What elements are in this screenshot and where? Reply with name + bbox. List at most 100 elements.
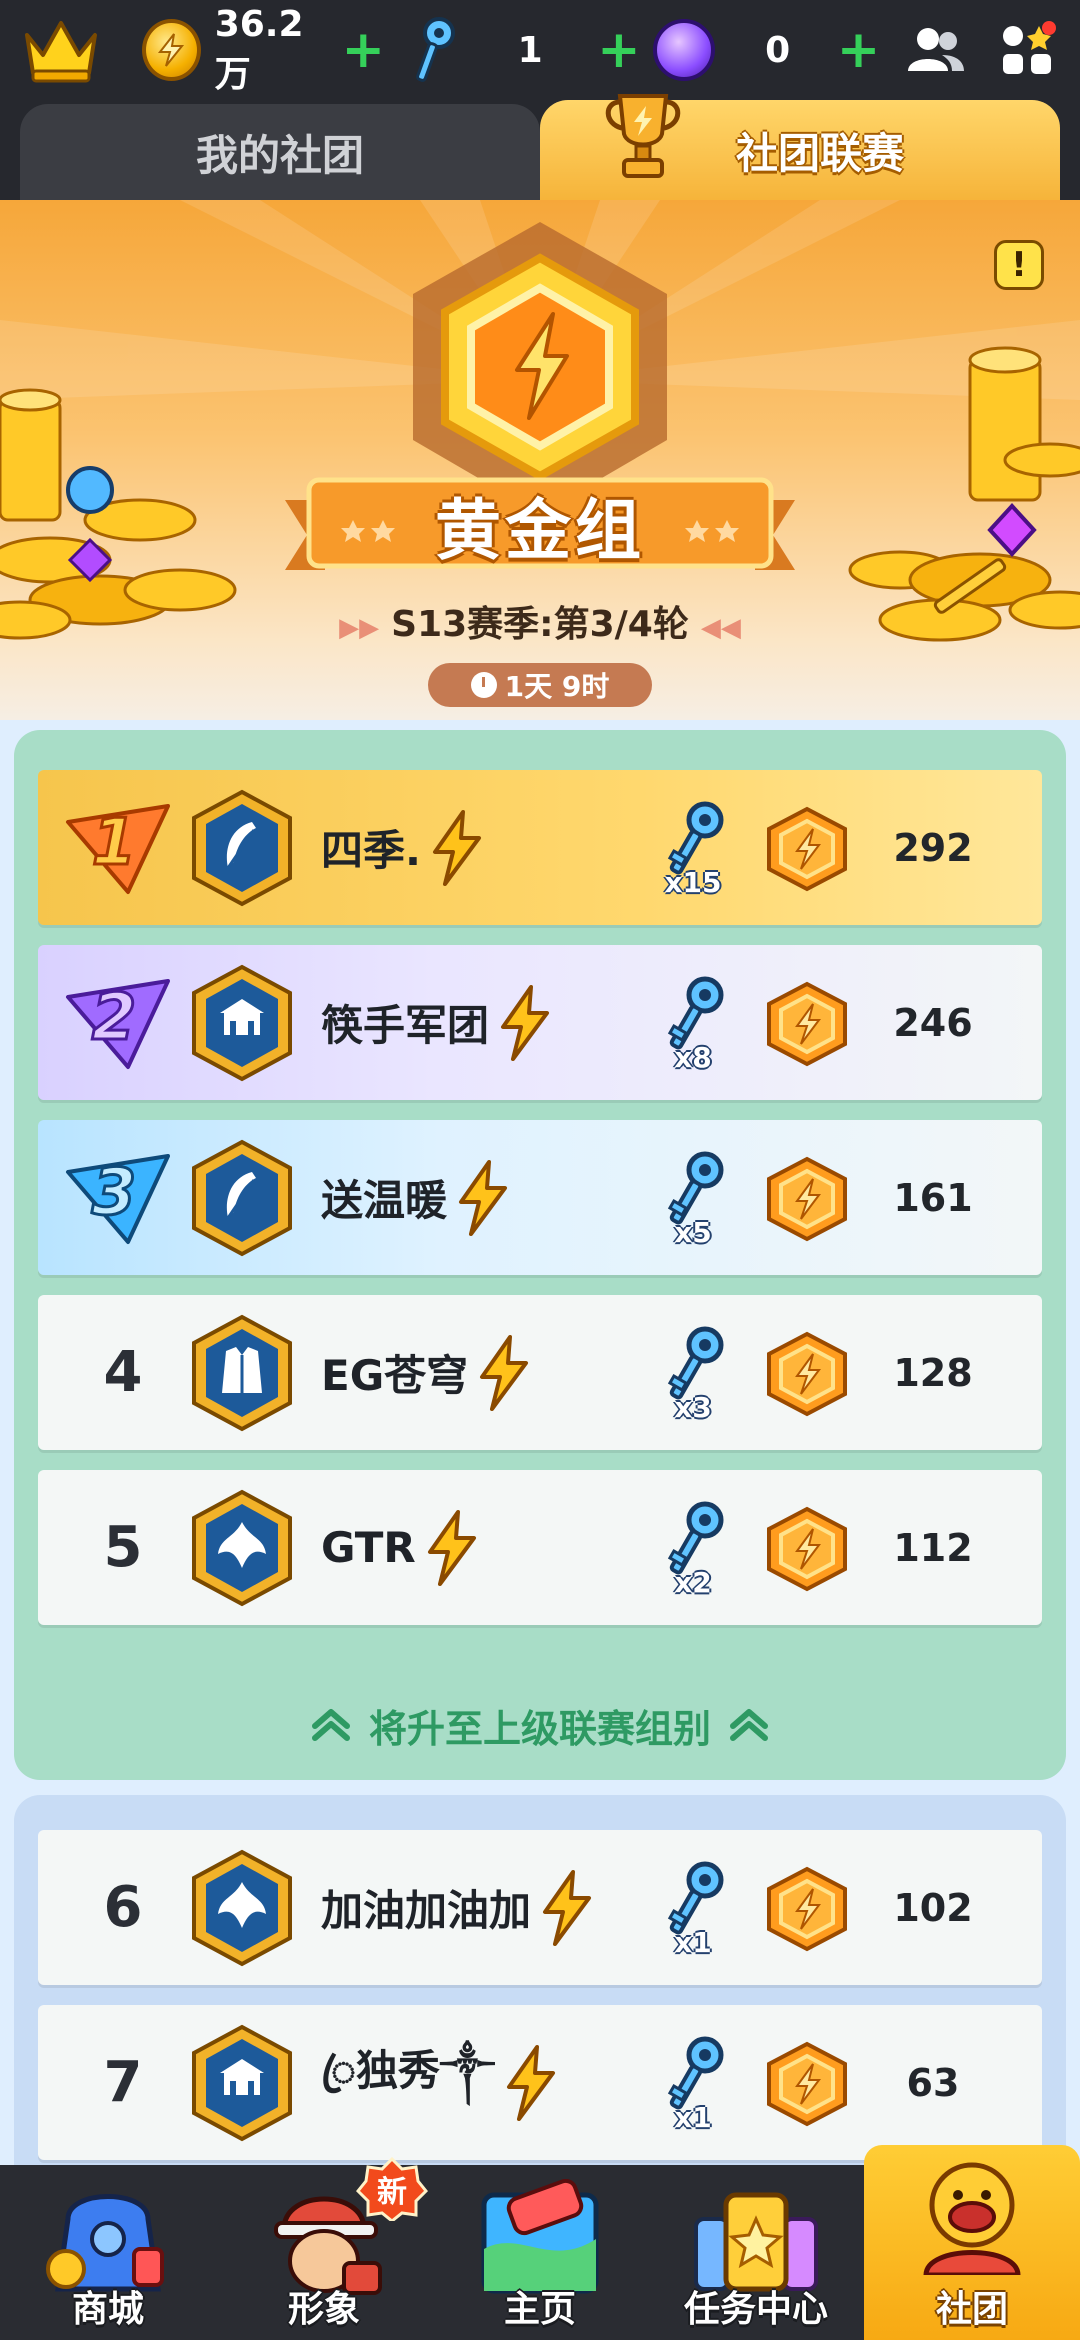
nav-avatar-label: 形象 bbox=[287, 2289, 360, 2330]
league-points-icon bbox=[767, 1156, 847, 1242]
rank-number: 3 bbox=[92, 1156, 137, 1230]
club-emblem-icon bbox=[192, 1314, 292, 1432]
tab-my-club[interactable]: 我的社团 bbox=[20, 104, 540, 200]
tab-my-club-label: 我的社团 bbox=[195, 130, 364, 180]
club-name: EG苍穹 bbox=[321, 1295, 532, 1450]
club-name: 送温暖 bbox=[321, 1120, 511, 1275]
key-reward: x1 bbox=[643, 2033, 743, 2143]
key-reward: x15 bbox=[643, 798, 743, 908]
notification-dot bbox=[1042, 21, 1056, 35]
club-emblem-icon bbox=[192, 1849, 292, 1967]
club-name-text: 加油加油加 bbox=[321, 1886, 532, 1935]
league-points: 102 bbox=[893, 1885, 973, 1930]
nav-shop-label: 商城 bbox=[71, 2289, 144, 2330]
league-points: 128 bbox=[893, 1350, 973, 1395]
rank-number: 1 bbox=[92, 806, 137, 880]
crown-icon[interactable] bbox=[20, 7, 102, 93]
blue-key-icon bbox=[667, 976, 724, 1050]
ranking-row[interactable]: 2 筷手军团 x8 246 bbox=[38, 945, 1042, 1100]
keys-value: 1 bbox=[517, 29, 543, 71]
key-multiplier: x3 bbox=[674, 1391, 712, 1424]
league-points: 63 bbox=[906, 2060, 960, 2105]
tab-bar: 我的社团 社团联赛 bbox=[0, 94, 1080, 200]
nav-shop[interactable]: 商城 bbox=[0, 2165, 216, 2340]
club-emblem-icon bbox=[192, 2024, 292, 2142]
club-emblem-icon bbox=[192, 1139, 292, 1257]
key-icon bbox=[416, 17, 456, 82]
add-coins-button[interactable]: + bbox=[342, 24, 386, 76]
league-points: 112 bbox=[893, 1525, 973, 1570]
trophy-icon bbox=[605, 94, 681, 178]
stopwatch-icon bbox=[470, 672, 497, 698]
blue-key-icon bbox=[667, 1151, 724, 1225]
lightning-icon bbox=[480, 1334, 529, 1411]
rank-number: 2 bbox=[92, 981, 137, 1055]
add-gems-button[interactable]: + bbox=[837, 24, 881, 76]
season-round-text: S13赛季:第3/4轮 bbox=[391, 604, 689, 645]
ranking-row[interactable]: 5 GTR x2 112 bbox=[38, 1470, 1042, 1625]
ranking-row[interactable]: 6 加油加油加 x1 102 bbox=[38, 1830, 1042, 1985]
blue-key-icon bbox=[667, 1326, 724, 1400]
lightning-icon bbox=[459, 1159, 508, 1236]
nav-tasks[interactable]: 任务中心 bbox=[648, 2165, 864, 2340]
gems-value: 0 bbox=[765, 29, 791, 71]
club-name-text: EG苍穹 bbox=[321, 1351, 469, 1400]
nav-club[interactable]: 社团 bbox=[864, 2145, 1080, 2340]
nav-avatar[interactable]: 新 形象 bbox=[216, 2157, 432, 2340]
ranking-row[interactable]: 7 ꦿ独秀༒ x1 63 bbox=[38, 2005, 1042, 2160]
tab-club-league-label: 社团联赛 bbox=[735, 128, 904, 178]
club-name-text: GTR bbox=[321, 1523, 416, 1572]
add-keys-button[interactable]: + bbox=[597, 24, 641, 76]
league-points: 246 bbox=[893, 1000, 973, 1045]
club-name: 筷手军团 bbox=[321, 945, 553, 1100]
club-name-text: 四季. bbox=[321, 826, 421, 875]
gems-display: 0 + bbox=[652, 0, 881, 100]
tab-club-league[interactable]: 社团联赛 bbox=[540, 94, 1060, 200]
league-points-icon bbox=[767, 1506, 847, 1592]
key-reward: x3 bbox=[643, 1323, 743, 1433]
blue-key-icon bbox=[667, 1861, 724, 1935]
double-chevron-up-icon bbox=[730, 1709, 768, 1741]
blue-key-icon bbox=[667, 1501, 724, 1575]
lightning-icon bbox=[506, 2044, 555, 2121]
arrow-left-decoration: ◀◀ bbox=[700, 613, 741, 643]
club-mascot-icon bbox=[923, 2162, 1021, 2275]
friends-icon[interactable] bbox=[902, 15, 969, 85]
club-emblem-icon bbox=[192, 789, 292, 907]
double-chevron-up-icon bbox=[311, 1709, 350, 1741]
ranking-row[interactable]: 3 送温暖 x5 161 bbox=[38, 1120, 1042, 1275]
coins-value: 36.2万 bbox=[214, 3, 304, 95]
ranking-row[interactable]: 1 四季. x15 292 bbox=[38, 770, 1042, 925]
season-round: ▶▶ S13赛季:第3/4轮 ◀◀ bbox=[0, 595, 1080, 647]
blue-key-icon bbox=[667, 801, 724, 875]
blue-key-icon bbox=[667, 2036, 724, 2110]
nav-home[interactable]: 主页 bbox=[432, 2165, 648, 2340]
key-reward: x1 bbox=[643, 1858, 743, 1968]
countdown-timer: 1天 9时 bbox=[428, 663, 652, 707]
key-multiplier: x2 bbox=[674, 1566, 712, 1599]
league-points-icon bbox=[767, 806, 847, 892]
league-points-icon bbox=[767, 2041, 847, 2127]
club-name-text: 筷手军团 bbox=[321, 1001, 490, 1050]
key-reward: x5 bbox=[643, 1148, 743, 1258]
key-multiplier: x5 bbox=[674, 1216, 712, 1249]
promotion-note-text: 将升至上级联赛组别 bbox=[368, 1706, 711, 1751]
lightning-icon bbox=[427, 1509, 476, 1586]
rules-info-button[interactable]: ! bbox=[994, 240, 1044, 290]
key-multiplier: x1 bbox=[674, 2101, 712, 2134]
coins-display: 36.2万 + bbox=[142, 0, 385, 100]
resource-bar: 36.2万 + 1 + 0 + bbox=[0, 0, 1080, 100]
key-multiplier: x15 bbox=[664, 866, 722, 899]
league-points-icon bbox=[767, 1331, 847, 1417]
rank-number: 5 bbox=[103, 1515, 143, 1580]
league-group-name: 黄金组 bbox=[435, 492, 645, 569]
rank-medal-icon: 2 bbox=[66, 979, 170, 1069]
countdown-text: 1天 9时 bbox=[504, 670, 610, 703]
nav-home-label: 主页 bbox=[503, 2289, 576, 2330]
ranking-row[interactable]: 4 EG苍穹 x3 128 bbox=[38, 1295, 1042, 1450]
club-emblem-icon bbox=[192, 964, 292, 1082]
key-reward: x8 bbox=[643, 973, 743, 1083]
promotion-note: 将升至上级联赛组别 bbox=[14, 1690, 1066, 1760]
lightning-icon bbox=[501, 984, 550, 1061]
menu-grid-icon[interactable] bbox=[993, 15, 1060, 85]
